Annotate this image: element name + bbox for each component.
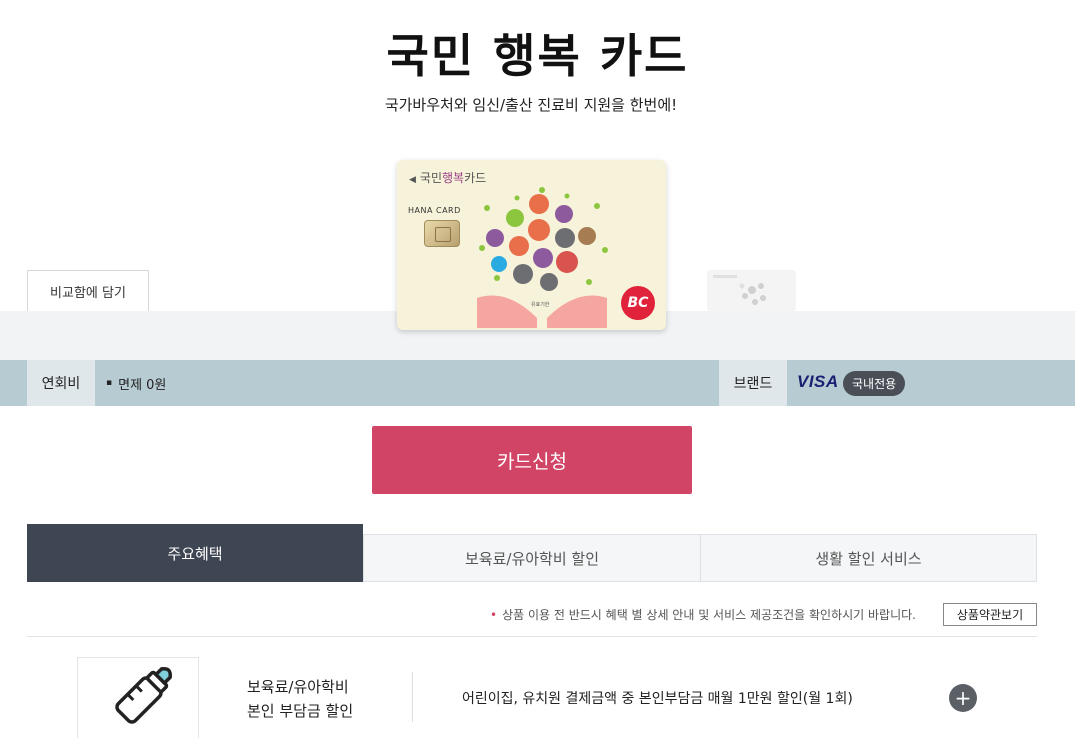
page-subtitle: 국가바우처와 임신/출산 진료비 지원을 한번에! — [384, 96, 678, 114]
benefit-icon-box — [77, 657, 199, 738]
card-apply-button[interactable]: 카드신청 — [372, 426, 692, 494]
benefit-separator — [412, 672, 413, 722]
annual-fee-value: 면제 0원 — [106, 360, 166, 406]
card-art-caption: 유효기한 — [531, 301, 550, 308]
card-thumbnail-next[interactable] — [707, 270, 796, 311]
bc-logo: BC — [621, 286, 655, 320]
card-logo-prefix: 국민 — [419, 171, 443, 185]
brand-label: 브랜드 — [719, 360, 787, 406]
view-terms-button[interactable]: 상품약관보기 — [943, 603, 1037, 626]
benefit-title-line1: 보육료/유아학비 — [247, 678, 349, 696]
triangle-left-icon: ◀ — [409, 175, 416, 185]
card-thumbnail-art — [713, 275, 766, 305]
benefit-description: 어린이집, 유치원 결제금액 중 본인부담금 매월 1만원 할인(월 1회) — [462, 691, 853, 707]
family-tree-illustration: 유효기한 — [477, 187, 608, 328]
add-to-compare-button[interactable]: 비교함에 담기 — [27, 270, 149, 311]
divider — [27, 636, 1037, 637]
benefit-title: 보육료/유아학비 본인 부담금 할인 — [247, 675, 353, 723]
card-chip-icon — [424, 220, 460, 247]
benefit-title-line2: 본인 부담금 할인 — [247, 702, 354, 720]
expand-plus-icon[interactable]: + — [949, 684, 977, 712]
domestic-only-badge: 국내전용 — [843, 371, 906, 396]
card-logo-accent: 행복 — [442, 171, 465, 185]
bullet-icon: • — [490, 608, 498, 622]
tab-main-benefits[interactable]: 주요혜택 — [27, 524, 363, 582]
benefit-notice: • 상품 이용 전 반드시 혜택 별 상세 안내 및 서비스 제공조건을 확인하시… — [490, 606, 916, 623]
page-title: 국민 행복 카드 — [386, 29, 689, 83]
annual-fee-label: 연회비 — [27, 360, 95, 406]
tab-living-discount[interactable]: 생활 할인 서비스 — [700, 534, 1037, 582]
card-info-bar: 연회비 면제 0원 브랜드 VISA — [0, 360, 1075, 406]
tab-childcare-discount[interactable]: 보육료/유아학비 할인 — [363, 534, 700, 582]
card-image: ◀ 국민행복카드 HANA CARD 유효기한 BC — [397, 160, 666, 330]
notice-text: 상품 이용 전 반드시 혜택 별 상세 안내 및 서비스 제공조건을 확인하시기… — [502, 608, 916, 622]
baby-bottle-icon — [115, 666, 173, 724]
visa-logo: VISA — [797, 372, 839, 391]
card-issuer: HANA CARD — [408, 206, 461, 215]
